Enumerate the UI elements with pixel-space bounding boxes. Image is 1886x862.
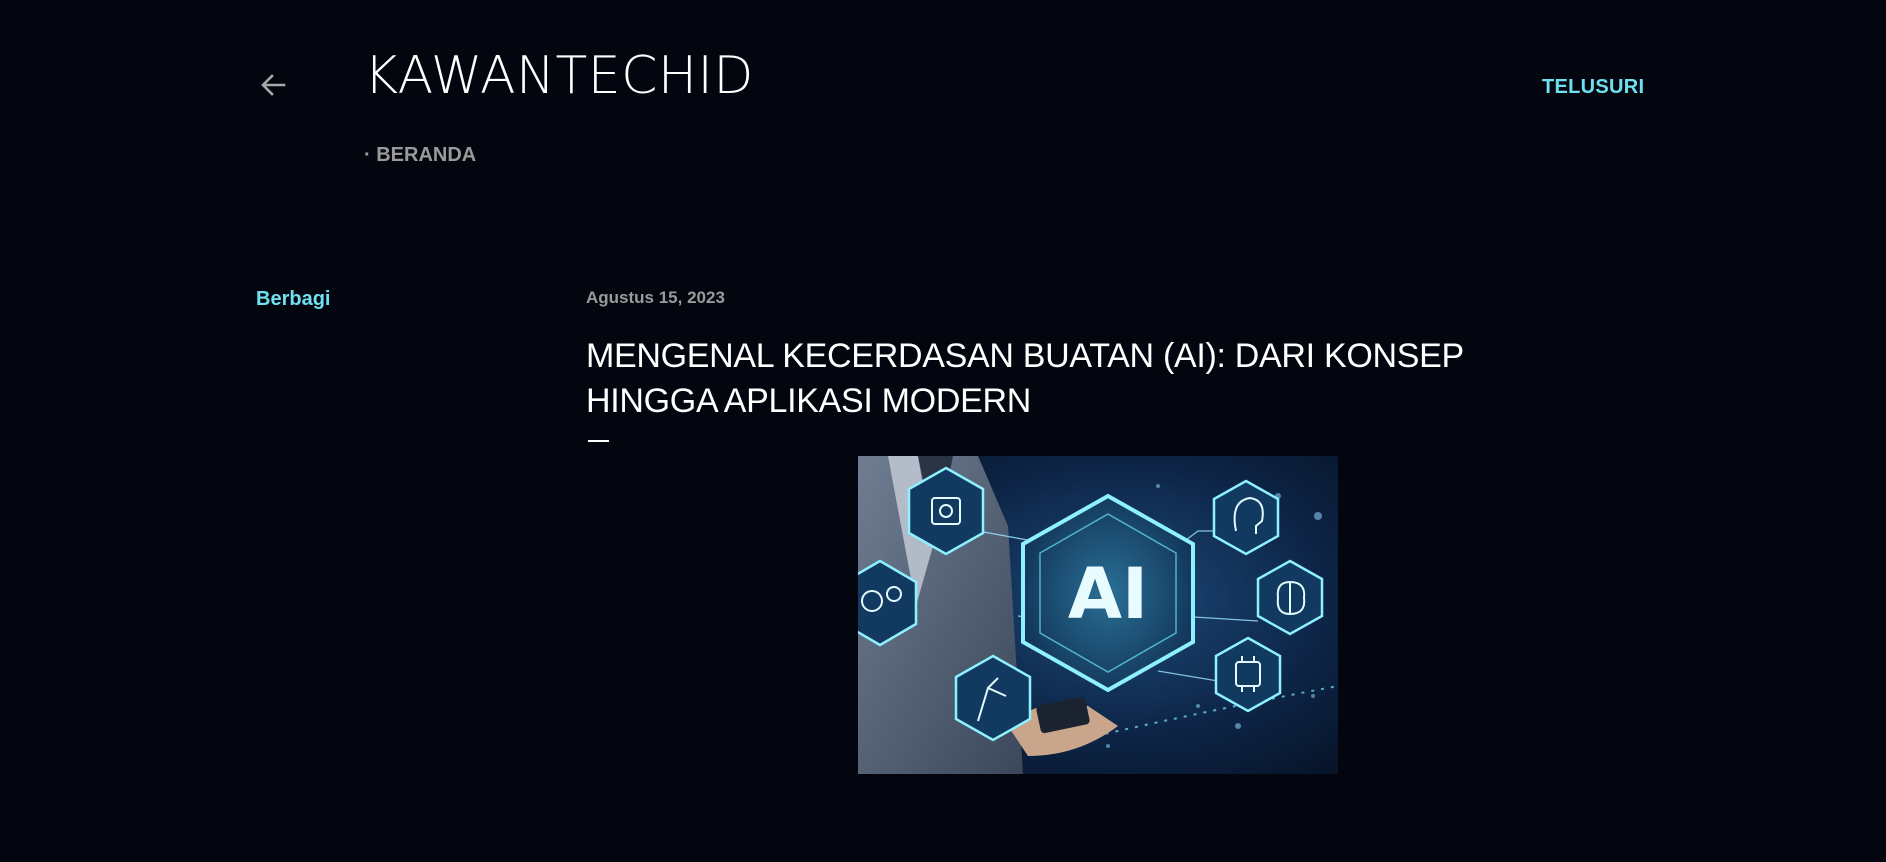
post-hero-image[interactable]: AI — [858, 456, 1338, 774]
svg-text:AI: AI — [1068, 553, 1148, 635]
site-title[interactable]: KAWANTECHID — [364, 50, 754, 102]
back-button[interactable] — [258, 70, 288, 100]
post-title: MENGENAL KECERDASAN BUATAN (AI): DARI KO… — [586, 337, 1464, 420]
share-button[interactable]: Berbagi — [256, 288, 330, 311]
post-date: Agustus 15, 2023 — [586, 288, 725, 307]
search-button[interactable]: TELUSURI — [1542, 76, 1644, 99]
arrow-left-icon — [261, 74, 286, 96]
nav-item-home[interactable]: · BERANDA — [364, 144, 476, 167]
ai-illustration: AI — [858, 456, 1338, 774]
title-divider — [588, 440, 609, 442]
